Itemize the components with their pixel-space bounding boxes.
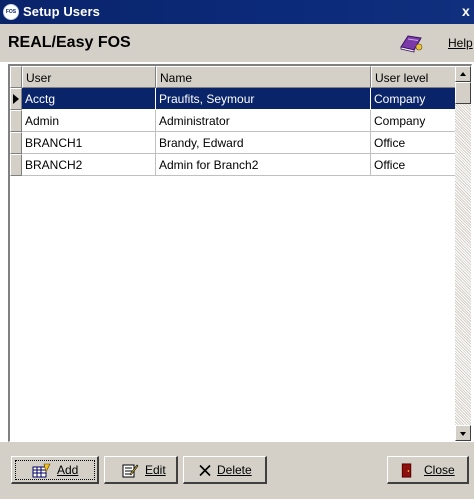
current-row-arrow-icon <box>13 94 19 104</box>
table-row[interactable]: Admin Administrator Company <box>10 110 456 132</box>
window-title: Setup Users <box>23 4 100 19</box>
delete-button-label: Delete <box>217 463 252 477</box>
row-indicator <box>10 154 22 176</box>
cell-user[interactable]: Acctg <box>22 88 156 110</box>
cell-user-level[interactable]: Office <box>371 132 456 154</box>
cell-user[interactable]: BRANCH2 <box>22 154 156 176</box>
scroll-thumb[interactable] <box>455 82 471 104</box>
close-window-button[interactable]: x <box>462 3 472 19</box>
help-label: Help <box>448 36 473 50</box>
close-button-label: Close <box>424 463 455 477</box>
edit-button-label: Edit <box>145 463 166 477</box>
cell-name[interactable]: Praufits, Seymour <box>156 88 371 110</box>
table-row[interactable]: BRANCH1 Brandy, Edward Office <box>10 132 456 154</box>
cell-user-level[interactable]: Company <box>371 110 456 132</box>
close-button[interactable]: Close <box>387 456 469 484</box>
cell-user-level[interactable]: Company <box>371 88 456 110</box>
scroll-down-button[interactable] <box>455 425 471 441</box>
arrow-down-icon <box>460 432 466 436</box>
arrow-up-icon <box>460 72 466 76</box>
table-row[interactable]: Acctg Praufits, Seymour Company <box>10 88 456 110</box>
scroll-up-button[interactable] <box>455 66 471 82</box>
edit-record-icon <box>122 464 139 478</box>
cell-user[interactable]: Admin <box>22 110 156 132</box>
row-indicator-header <box>10 66 22 88</box>
delete-button[interactable]: Delete <box>183 456 267 484</box>
header-band: REAL/Easy FOS Help <box>0 24 474 62</box>
app-name: REAL/Easy FOS <box>8 34 131 51</box>
column-header-name[interactable]: Name <box>156 66 371 88</box>
row-indicator <box>10 110 22 132</box>
cell-user[interactable]: BRANCH1 <box>22 132 156 154</box>
add-button[interactable]: Add <box>11 456 99 484</box>
help-book-icon <box>400 35 423 53</box>
cell-user-level[interactable]: Office <box>371 154 456 176</box>
help-link[interactable]: Help <box>396 32 473 54</box>
edit-button[interactable]: Edit <box>104 456 178 484</box>
row-indicator <box>10 88 22 110</box>
cell-name[interactable]: Administrator <box>156 110 371 132</box>
cell-name[interactable]: Brandy, Edward <box>156 132 371 154</box>
cell-name[interactable]: Admin for Branch2 <box>156 154 371 176</box>
title-bar: FOS Setup Users x <box>0 0 474 24</box>
column-header-user-level[interactable]: User level <box>371 66 456 88</box>
add-record-icon <box>32 463 51 478</box>
app-logo-icon: FOS <box>3 4 19 20</box>
users-grid[interactable]: User Name User level Acctg Praufits, Sey… <box>8 64 472 442</box>
grid-body: User Name User level Acctg Praufits, Sey… <box>10 66 456 441</box>
column-header-user[interactable]: User <box>22 66 156 88</box>
vertical-scrollbar[interactable] <box>455 66 471 441</box>
grid-header-row: User Name User level <box>10 66 456 88</box>
table-row[interactable]: BRANCH2 Admin for Branch2 Office <box>10 154 456 176</box>
row-indicator <box>10 132 22 154</box>
button-bar: Add Edit Delete Close <box>0 442 474 499</box>
exit-door-icon <box>401 463 412 478</box>
delete-x-icon <box>199 464 211 477</box>
add-button-label: Add <box>57 463 79 477</box>
app-logo-text: FOS <box>5 9 17 15</box>
scroll-track[interactable] <box>455 104 471 425</box>
